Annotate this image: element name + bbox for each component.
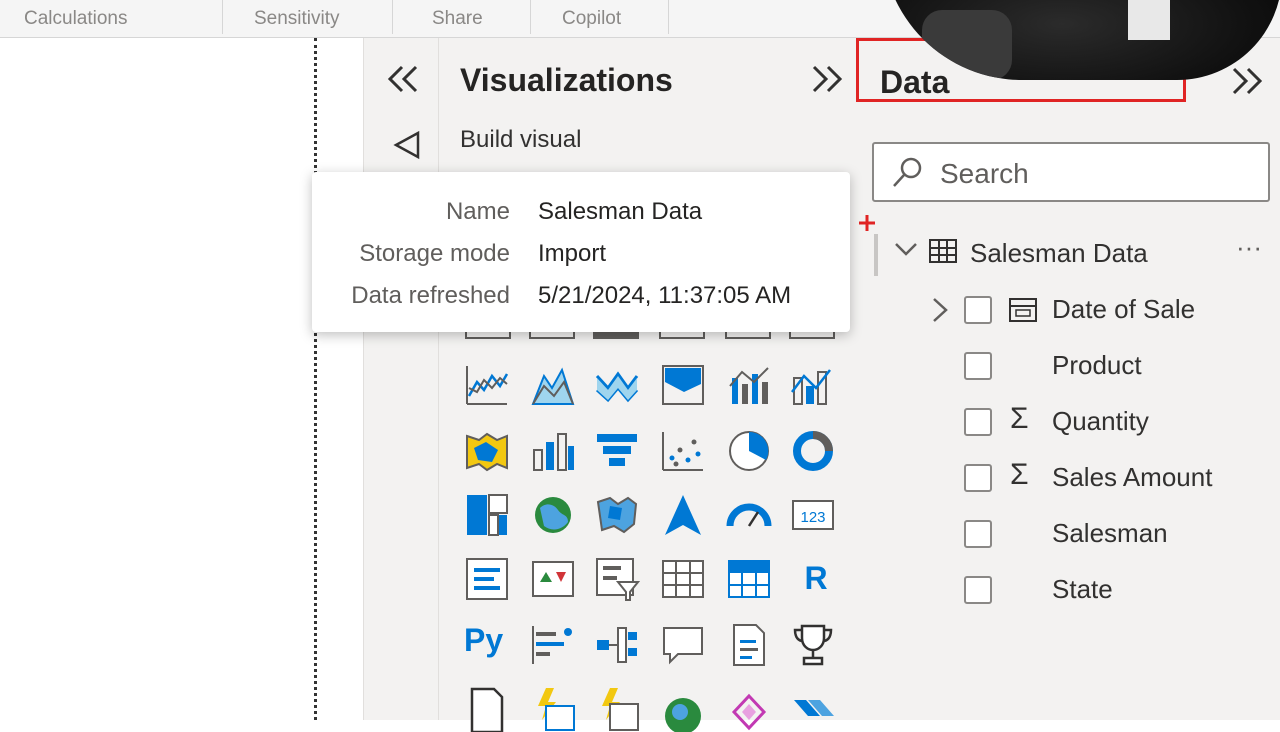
format-visual-icon[interactable] [392, 130, 422, 160]
field-row-state[interactable]: State [856, 566, 1280, 614]
field-row-sales-amount[interactable]: Σ Sales Amount [856, 454, 1280, 502]
table-name: Salesman Data [970, 238, 1148, 268]
paginated-report-icon[interactable] [464, 686, 510, 732]
matrix-icon[interactable] [726, 556, 772, 602]
waterfall-chart-icon[interactable] [530, 428, 576, 474]
webcam-overlay [882, 0, 1280, 80]
line-clustered-column-icon[interactable] [726, 362, 772, 408]
table-icon [929, 239, 957, 263]
double-chevron-left-icon[interactable] [386, 64, 420, 94]
ribbon-calculations[interactable]: Calculations [24, 8, 128, 30]
field-row-salesman[interactable]: Salesman [856, 510, 1280, 558]
stacked-area-chart-icon[interactable] [594, 362, 640, 408]
field-row-date-of-sale[interactable]: Date of Sale [856, 286, 1280, 334]
kpi-icon[interactable] [530, 556, 576, 602]
power-automate-alt-icon[interactable] [790, 686, 836, 732]
field-name: Product [1052, 350, 1142, 380]
report-canvas[interactable] [0, 38, 316, 720]
visualizations-pane: Visualizations Build visual 123 R Py [364, 38, 856, 732]
pie-chart-icon[interactable] [726, 428, 772, 474]
area-chart-icon[interactable] [530, 362, 576, 408]
webcam-figure [922, 10, 1012, 80]
tooltip-storage-value: Import [538, 240, 607, 267]
field-checkbox[interactable] [964, 408, 992, 436]
power-apps-icon[interactable] [530, 686, 576, 732]
scatter-chart-icon[interactable] [660, 428, 706, 474]
double-chevron-right-icon[interactable] [1230, 66, 1264, 96]
field-checkbox[interactable] [964, 296, 992, 324]
python-visual-icon[interactable]: Py [464, 622, 516, 666]
field-name: Salesman [1052, 518, 1168, 548]
build-visual-tab[interactable]: Build visual [460, 126, 581, 154]
donut-chart-icon[interactable] [790, 428, 836, 474]
data-pane: Data Search Salesman Data ··· Date of Sa… [856, 38, 1280, 720]
filled-map-icon[interactable] [594, 492, 640, 538]
chevron-right-icon[interactable] [930, 296, 950, 324]
ribbon-divider [668, 0, 669, 34]
field-checkbox[interactable] [964, 464, 992, 492]
waterfall-map-icon[interactable] [464, 428, 510, 474]
field-row-product[interactable]: Product [856, 342, 1280, 390]
search-placeholder: Search [940, 158, 1029, 189]
arcgis-map-icon[interactable] [660, 686, 706, 732]
map-icon[interactable] [530, 492, 576, 538]
r-script-visual-icon[interactable]: R [798, 560, 834, 600]
treemap-icon[interactable] [464, 492, 510, 538]
funnel-icon[interactable] [594, 428, 640, 474]
visualizations-title: Visualizations [460, 62, 673, 98]
key-influencers-icon[interactable] [530, 622, 576, 668]
card-icon[interactable]: 123 [790, 492, 836, 538]
tooltip-refreshed-value: 5/21/2024, 11:37:05 AM [538, 282, 792, 309]
sigma-icon: Σ [1010, 458, 1029, 491]
field-name: State [1052, 574, 1113, 604]
gauge-icon[interactable] [726, 492, 772, 538]
sigma-icon: Σ [1010, 402, 1029, 435]
double-chevron-right-icon[interactable] [810, 64, 844, 94]
tooltip-name-value: Salesman Data [538, 198, 703, 225]
field-name: Sales Amount [1052, 462, 1213, 492]
tooltip-refreshed-label: Data refreshed [351, 282, 510, 309]
calendar-icon [1009, 298, 1037, 322]
filters-strip [318, 38, 364, 720]
ribbon-copilot[interactable]: Copilot [562, 8, 621, 30]
tooltip-name-label: Name [445, 198, 510, 225]
ribbon-chart-icon[interactable] [660, 362, 706, 408]
field-name: Quantity [1052, 406, 1149, 436]
table-info-tooltip: Name Salesman Data Storage mode Import D… [312, 172, 850, 332]
ribbon-sensitivity[interactable]: Sensitivity [254, 8, 340, 30]
field-row-quantity[interactable]: Σ Quantity [856, 398, 1280, 446]
webcam-badge [1128, 0, 1170, 40]
field-checkbox[interactable] [964, 520, 992, 548]
ribbon-divider [530, 0, 531, 34]
table-icon[interactable] [660, 556, 706, 602]
power-automate-icon[interactable] [594, 686, 640, 732]
data-search-input[interactable]: Search [872, 142, 1270, 202]
field-name: Date of Sale [1052, 294, 1196, 324]
ribbon-share[interactable]: Share [432, 8, 483, 30]
table-row-salesman-data[interactable]: Salesman Data ··· [856, 228, 1280, 276]
power-apps-alt-icon[interactable] [726, 686, 772, 732]
line-stacked-column-icon[interactable] [790, 362, 836, 408]
chevron-down-icon[interactable] [894, 240, 918, 260]
ribbon-divider [222, 0, 223, 34]
canvas-page-border [314, 38, 317, 720]
card-icon-label: 123 [800, 509, 825, 526]
qa-visual-icon[interactable] [660, 622, 706, 668]
pane-divider [438, 38, 439, 720]
field-checkbox[interactable] [964, 352, 992, 380]
trophy-icon[interactable] [790, 622, 836, 668]
ribbon-divider [392, 0, 393, 34]
narrative-icon[interactable] [726, 622, 772, 668]
search-icon [893, 157, 922, 187]
line-chart-icon[interactable] [464, 362, 510, 408]
decomposition-tree-icon[interactable] [594, 622, 640, 668]
tooltip-storage-label: Storage mode [359, 240, 510, 267]
azure-map-icon[interactable] [660, 492, 706, 538]
field-checkbox[interactable] [964, 576, 992, 604]
slicer-icon[interactable] [594, 556, 640, 602]
multi-row-card-icon[interactable] [464, 556, 510, 602]
more-options-icon[interactable]: ··· [1236, 232, 1262, 263]
